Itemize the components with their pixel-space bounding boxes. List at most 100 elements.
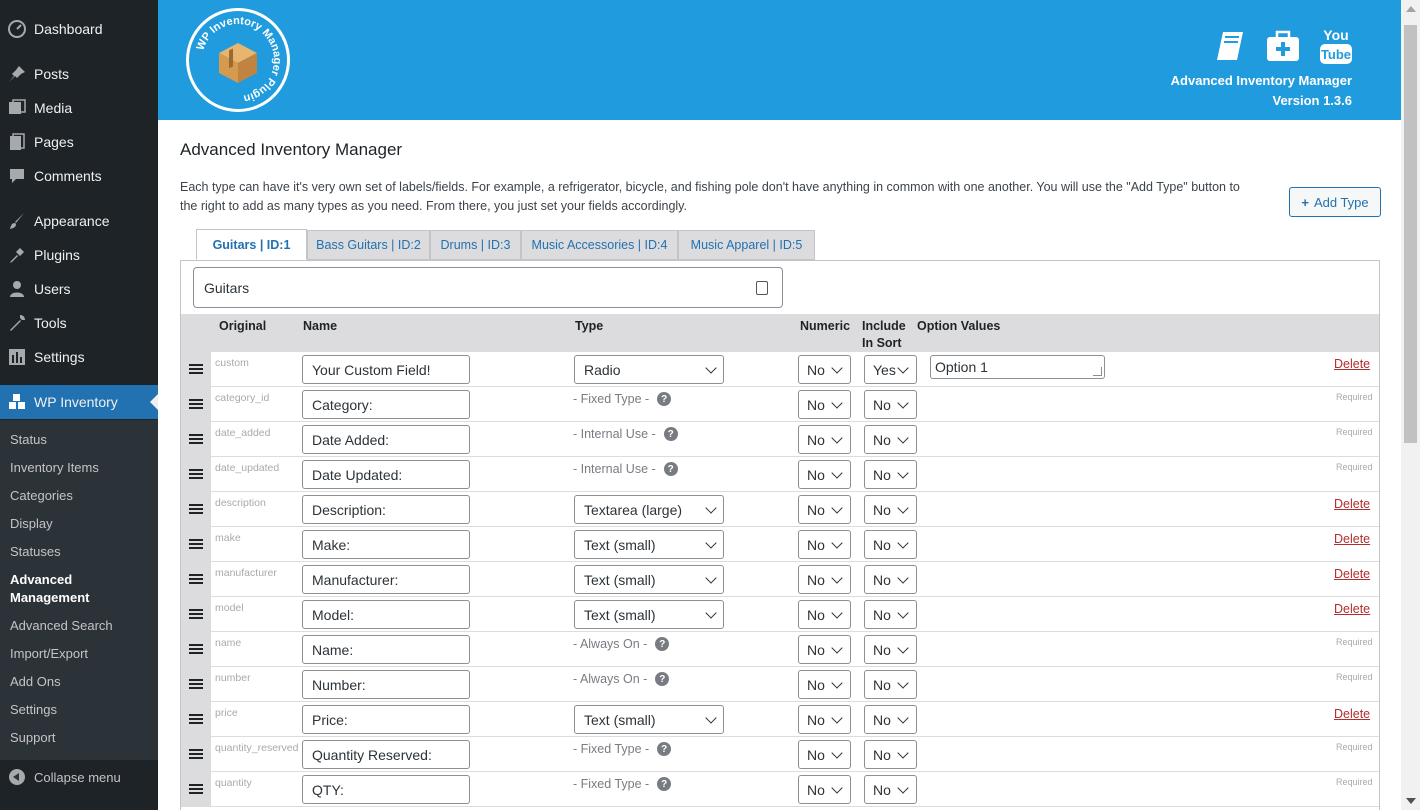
menu-appearance[interactable]: Appearance xyxy=(0,204,158,238)
tab-music-accessories[interactable]: Music Accessories | ID:4 xyxy=(521,230,678,260)
field-label-input[interactable] xyxy=(302,530,470,559)
option-values-textarea[interactable]: Option 1 xyxy=(930,355,1105,379)
numeric-select[interactable]: No xyxy=(798,425,851,454)
submenu-categories[interactable]: Categories xyxy=(10,487,73,505)
include-in-sort-select[interactable]: No xyxy=(864,600,917,629)
page-scrollbar[interactable] xyxy=(1401,0,1420,810)
drag-handle-icon[interactable] xyxy=(181,737,211,771)
menu-comments[interactable]: Comments xyxy=(0,159,158,193)
submenu-advanced-search[interactable]: Advanced Search xyxy=(10,617,113,635)
field-label-input[interactable] xyxy=(302,425,470,454)
numeric-select[interactable]: No xyxy=(798,530,851,559)
help-icon[interactable]: ? xyxy=(657,777,672,791)
include-in-sort-select[interactable]: Yes xyxy=(864,355,917,384)
field-type-select[interactable]: Text (small) xyxy=(574,530,724,559)
collapse-menu-button[interactable]: Collapse menu xyxy=(0,762,158,792)
drag-handle-icon[interactable] xyxy=(181,597,211,631)
numeric-select[interactable]: No xyxy=(798,355,851,384)
help-icon[interactable]: ? xyxy=(663,462,678,476)
drag-handle-icon[interactable] xyxy=(181,632,211,666)
submenu-inventory-items[interactable]: Inventory Items xyxy=(10,459,99,477)
include-in-sort-select[interactable]: No xyxy=(864,460,917,489)
numeric-select[interactable]: No xyxy=(798,390,851,419)
field-label-input[interactable] xyxy=(302,390,470,419)
delete-field-link[interactable]: Delete xyxy=(1334,357,1370,371)
submenu-import-export[interactable]: Import/Export xyxy=(10,645,88,663)
submenu-add-ons[interactable]: Add Ons xyxy=(10,673,61,691)
delete-field-link[interactable]: Delete xyxy=(1334,707,1370,721)
numeric-select[interactable]: No xyxy=(798,600,851,629)
help-icon[interactable]: ? xyxy=(655,637,670,651)
numeric-select[interactable]: No xyxy=(798,705,851,734)
delete-field-link[interactable]: Delete xyxy=(1334,602,1370,616)
manual-icon[interactable] xyxy=(1213,28,1249,64)
tab-guitars[interactable]: Guitars | ID:1 xyxy=(196,229,307,260)
include-in-sort-select[interactable]: No xyxy=(864,390,917,419)
menu-settings[interactable]: Settings xyxy=(0,340,158,374)
delete-field-link[interactable]: Delete xyxy=(1334,532,1370,546)
menu-plugins[interactable]: Plugins xyxy=(0,238,158,272)
support-icon[interactable] xyxy=(1265,28,1301,64)
type-name-input[interactable] xyxy=(193,267,783,308)
drag-handle-icon[interactable] xyxy=(181,457,211,491)
numeric-select[interactable]: No xyxy=(798,740,851,769)
youtube-icon[interactable]: You Tube xyxy=(1318,26,1354,64)
field-label-input[interactable] xyxy=(302,635,470,664)
field-label-input[interactable] xyxy=(302,670,470,699)
drag-handle-icon[interactable] xyxy=(181,562,211,596)
submenu-advanced-management[interactable]: Advanced Management xyxy=(10,571,110,607)
scroll-thumb[interactable] xyxy=(1404,25,1417,443)
field-label-input[interactable] xyxy=(302,705,470,734)
drag-handle-icon[interactable] xyxy=(181,387,211,421)
field-label-input[interactable] xyxy=(302,600,470,629)
help-icon[interactable]: ? xyxy=(655,672,670,686)
field-label-input[interactable] xyxy=(302,775,470,804)
numeric-select[interactable]: No xyxy=(798,495,851,524)
help-icon[interactable]: ? xyxy=(663,427,678,441)
numeric-select[interactable]: No xyxy=(798,775,851,804)
drag-handle-icon[interactable] xyxy=(181,667,211,701)
field-label-input[interactable] xyxy=(302,565,470,594)
scroll-down-icon[interactable] xyxy=(1406,798,1416,804)
submenu-support[interactable]: Support xyxy=(10,729,56,747)
numeric-select[interactable]: No xyxy=(798,635,851,664)
include-in-sort-select[interactable]: No xyxy=(864,775,917,804)
menu-wp-inventory[interactable]: WP Inventory xyxy=(0,385,158,419)
help-icon[interactable]: ? xyxy=(657,742,672,756)
include-in-sort-select[interactable]: No xyxy=(864,670,917,699)
field-type-select[interactable]: Textarea (large) xyxy=(574,495,724,524)
tab-bass-guitars[interactable]: Bass Guitars | ID:2 xyxy=(307,230,430,260)
menu-posts[interactable]: Posts xyxy=(0,57,158,91)
submenu-display[interactable]: Display xyxy=(10,515,53,533)
include-in-sort-select[interactable]: No xyxy=(864,425,917,454)
delete-field-link[interactable]: Delete xyxy=(1334,567,1370,581)
help-icon[interactable]: ? xyxy=(657,392,672,406)
drag-handle-icon[interactable] xyxy=(181,772,211,806)
drag-handle-icon[interactable] xyxy=(181,422,211,456)
field-label-input[interactable] xyxy=(302,355,470,384)
include-in-sort-select[interactable]: No xyxy=(864,740,917,769)
drag-handle-icon[interactable] xyxy=(181,527,211,561)
tab-music-apparel[interactable]: Music Apparel | ID:5 xyxy=(678,230,815,260)
include-in-sort-select[interactable]: No xyxy=(864,635,917,664)
field-type-select[interactable]: Radio xyxy=(574,355,724,384)
submenu-statuses[interactable]: Statuses xyxy=(10,543,61,561)
submenu-settings[interactable]: Settings xyxy=(10,701,57,719)
field-type-select[interactable]: Text (small) xyxy=(574,600,724,629)
menu-dashboard[interactable]: Dashboard xyxy=(0,12,158,46)
add-type-button[interactable]: + Add Type xyxy=(1289,187,1381,217)
scroll-up-icon[interactable] xyxy=(1406,6,1416,12)
include-in-sort-select[interactable]: No xyxy=(864,705,917,734)
drag-handle-icon[interactable] xyxy=(181,702,211,736)
drag-handle-icon[interactable] xyxy=(181,492,211,526)
field-type-select[interactable]: Text (small) xyxy=(574,705,724,734)
drag-handle-icon[interactable] xyxy=(181,352,211,386)
menu-users[interactable]: Users xyxy=(0,272,158,306)
numeric-select[interactable]: No xyxy=(798,670,851,699)
numeric-select[interactable]: No xyxy=(798,460,851,489)
field-label-input[interactable] xyxy=(302,460,470,489)
field-label-input[interactable] xyxy=(302,740,470,769)
field-label-input[interactable] xyxy=(302,495,470,524)
numeric-select[interactable]: No xyxy=(798,565,851,594)
include-in-sort-select[interactable]: No xyxy=(864,565,917,594)
